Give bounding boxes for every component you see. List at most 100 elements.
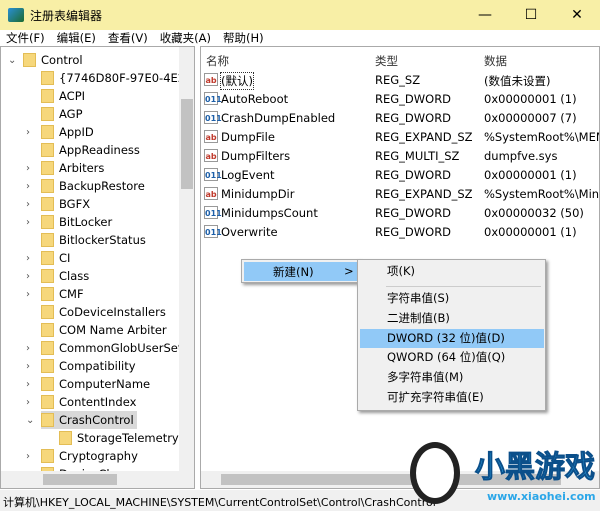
tree-item[interactable]: {7746D80F-97E0-4E26- (41, 69, 194, 87)
tree-item-label: CoDeviceInstallers (59, 305, 166, 319)
value-name: LogEvent (221, 168, 275, 182)
expand-chevron-right-icon[interactable]: › (26, 379, 30, 390)
tree-item[interactable]: › BitLocker (26, 213, 115, 231)
value-name: MinidumpDir (221, 187, 295, 201)
tree-item-label: Arbiters (59, 161, 105, 175)
tree-item[interactable]: ⌄ CrashControl (26, 411, 137, 429)
list-row[interactable]: 011 MinidumpsCount REG_DWORD 0x00000032 (50… (201, 204, 599, 223)
tree-item-label: CommonGlobUserSett (59, 341, 187, 355)
minimize-button[interactable]: — (462, 0, 508, 30)
menu-help[interactable]: 帮助(H) (223, 30, 264, 46)
list-row[interactable]: 011 CrashDumpEnabled REG_DWORD 0x00000007 (… (201, 109, 599, 128)
expand-chevron-right-icon[interactable]: › (26, 289, 30, 300)
list-row[interactable]: ab DumpFile REG_EXPAND_SZ %SystemRoot%\MEM (201, 128, 600, 147)
tree-item[interactable]: StorageTelemetry (59, 429, 182, 447)
tree-item-label: BGFX (59, 197, 91, 211)
expand-chevron-right-icon[interactable]: › (26, 361, 30, 372)
menu-file[interactable]: 文件(F) (6, 30, 45, 46)
folder-icon (41, 341, 54, 355)
tree-item[interactable]: › Compatibility (26, 357, 139, 375)
maximize-button[interactable]: ☐ (508, 0, 554, 30)
tree-item[interactable]: ACPI (41, 87, 88, 105)
menu-item-expandable-string-value[interactable]: 可扩充字符串值(E) (360, 388, 544, 407)
expand-chevron-right-icon[interactable]: › (26, 271, 30, 282)
list-row[interactable]: ab DumpFilters REG_MULTI_SZ dumpfve.sys (201, 147, 599, 166)
value-data: 0x00000001 (1) (484, 168, 577, 182)
expand-chevron-right-icon[interactable]: › (26, 217, 30, 228)
tree-item-label: COM Name Arbiter (59, 323, 167, 337)
folder-icon (41, 395, 54, 409)
menu-view[interactable]: 查看(V) (108, 30, 148, 46)
new-submenu: 项(K) 字符串值(S) 二进制值(B) DWORD (32 位)值(D) QW… (357, 259, 546, 411)
tree-item[interactable]: CoDeviceInstallers (41, 303, 169, 321)
expand-chevron-down-icon[interactable]: ⌄ (26, 415, 34, 426)
menu-item-new[interactable]: 新建(N) > (244, 262, 358, 281)
list-row[interactable]: 011 Overwrite REG_DWORD 0x00000001 (1) (201, 223, 599, 242)
tree-item[interactable]: ⌄ Control (8, 51, 86, 69)
folder-icon (41, 377, 54, 391)
folder-icon (41, 89, 54, 103)
value-data: (数值未设置) (484, 74, 551, 88)
menu-item-binary-value[interactable]: 二进制值(B) (360, 309, 544, 328)
value-data: %SystemRoot%\Minic (484, 187, 600, 201)
menu-item-dword-value[interactable]: DWORD (32 位)值(D) (360, 329, 544, 348)
value-data: %SystemRoot%\MEM (484, 130, 600, 144)
menu-item-string-value[interactable]: 字符串值(S) (360, 289, 544, 308)
tree-item[interactable]: › AppID (26, 123, 97, 141)
title-bar: 注册表编辑器 — ☐ ✕ (0, 0, 600, 30)
tree-item[interactable]: AppReadiness (41, 141, 143, 159)
menu-item-qword-value[interactable]: QWORD (64 位)值(Q) (360, 348, 544, 367)
expand-chevron-right-icon[interactable]: › (26, 253, 30, 264)
menu-favorites[interactable]: 收藏夹(A) (160, 30, 211, 46)
tree-item-label: BitLocker (59, 215, 113, 229)
folder-icon (41, 413, 54, 427)
expand-chevron-right-icon[interactable]: › (26, 199, 30, 210)
column-header-data[interactable]: 数据 (484, 53, 507, 69)
value-data: 0x00000001 (1) (484, 92, 577, 106)
expand-chevron-right-icon[interactable]: › (26, 163, 30, 174)
scroll-thumb[interactable] (181, 99, 193, 189)
tree-item[interactable]: › Cryptography (26, 447, 141, 465)
tree-item[interactable]: › ComputerName (26, 375, 153, 393)
tree-item[interactable]: › BackupRestore (26, 177, 148, 195)
list-row[interactable]: ab (默认) REG_SZ (数值未设置) (201, 71, 599, 90)
folder-icon (41, 179, 54, 193)
tree-item[interactable]: › BGFX (26, 195, 93, 213)
expand-chevron-right-icon[interactable]: › (26, 397, 30, 408)
tree-item[interactable]: › CMF (26, 285, 87, 303)
close-button[interactable]: ✕ (554, 0, 600, 30)
column-header-name[interactable]: 名称 (206, 53, 229, 69)
tree-item[interactable]: › CI (26, 249, 73, 267)
expand-chevron-down-icon[interactable]: ⌄ (8, 55, 16, 66)
tree-item[interactable]: AGP (41, 105, 86, 123)
scroll-thumb[interactable] (43, 474, 117, 485)
tree-item[interactable]: BitlockerStatus (41, 231, 149, 249)
expand-chevron-right-icon[interactable]: › (26, 451, 30, 462)
value-type: REG_DWORD (375, 206, 452, 220)
list-row[interactable]: 011 LogEvent REG_DWORD 0x00000001 (1) (201, 166, 599, 185)
tree-item[interactable]: › Class (26, 267, 92, 285)
tree-horizontal-scrollbar[interactable] (1, 471, 194, 488)
folder-icon (41, 305, 54, 319)
list-row[interactable]: ab MinidumpDir REG_EXPAND_SZ %SystemRoot%\M… (201, 185, 600, 204)
tree-item[interactable]: COM Name Arbiter (41, 321, 170, 339)
tree-item[interactable]: › ContentIndex (26, 393, 139, 411)
list-row[interactable]: 011 AutoReboot REG_DWORD 0x00000001 (1) (201, 90, 599, 109)
expand-chevron-right-icon[interactable]: › (26, 181, 30, 192)
tree-vertical-scrollbar[interactable] (179, 47, 194, 471)
watermark-url: www.xiaohei.com (487, 490, 596, 503)
tree-item-label: StorageTelemetry (77, 431, 179, 445)
menu-item-multi-string-value[interactable]: 多字符串值(M) (360, 368, 544, 387)
expand-chevron-right-icon[interactable]: › (26, 127, 30, 138)
expand-chevron-right-icon[interactable]: › (26, 343, 30, 354)
folder-icon (41, 71, 54, 85)
menu-edit[interactable]: 编辑(E) (57, 30, 96, 46)
tree-item[interactable]: › Arbiters (26, 159, 107, 177)
tree-item-label: Compatibility (59, 359, 136, 373)
tree-item[interactable]: › CommonGlobUserSett (26, 339, 190, 357)
column-header-type[interactable]: 类型 (375, 53, 398, 69)
string-value-icon: ab (204, 130, 218, 143)
folder-icon (41, 125, 54, 139)
folder-icon (59, 431, 72, 445)
menu-item-key[interactable]: 项(K) (360, 262, 544, 281)
